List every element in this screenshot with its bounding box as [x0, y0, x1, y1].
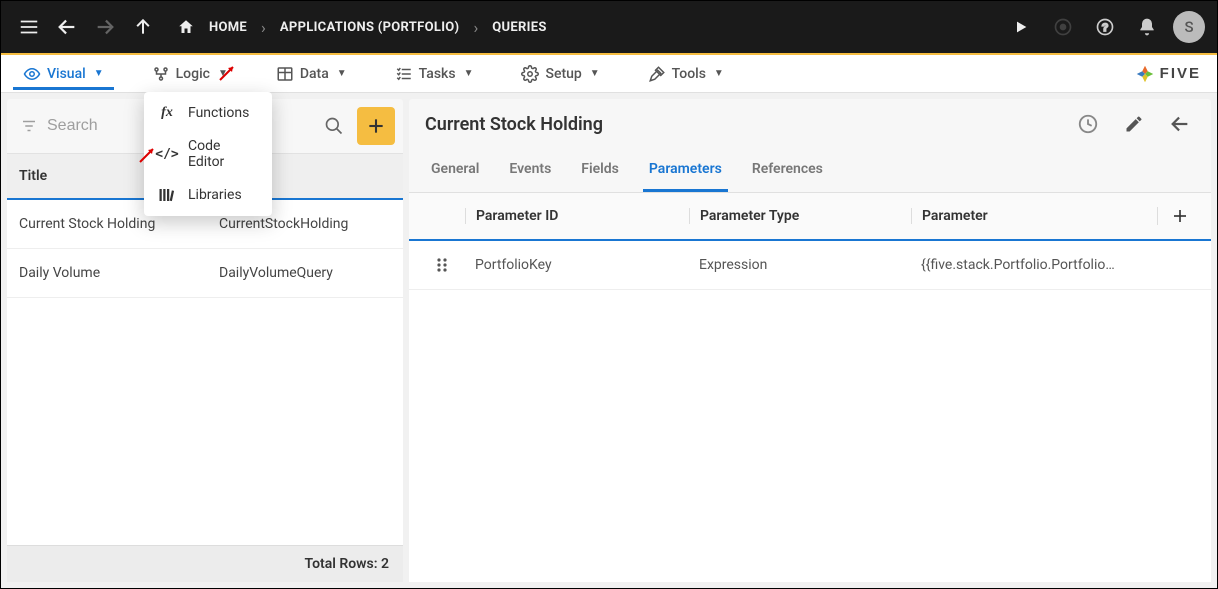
avatar[interactable]: S: [1173, 11, 1205, 43]
tab-references[interactable]: References: [746, 149, 829, 192]
topbar-right: ? S: [1005, 11, 1205, 43]
five-logo: FIVE: [1134, 63, 1205, 85]
dropdown-label: Functions: [188, 105, 249, 121]
col-param-type[interactable]: Parameter Type: [689, 208, 911, 224]
chevron-down-icon: ▼: [590, 68, 600, 79]
search-icon[interactable]: [315, 107, 353, 145]
chevron-down-icon: ▼: [94, 68, 104, 79]
tab-fields[interactable]: Fields: [575, 149, 625, 192]
back-icon[interactable]: [51, 11, 83, 43]
add-button[interactable]: [357, 107, 395, 145]
breadcrumb: HOME › APPLICATIONS (PORTFOLIO) › QUERIE…: [177, 16, 553, 39]
menu-logic[interactable]: Logic ▼: [142, 58, 238, 90]
menu-data[interactable]: Data ▼: [266, 58, 357, 90]
topbar: HOME › APPLICATIONS (PORTFOLIO) › QUERIE…: [1, 1, 1217, 55]
param-id: PortfolioKey: [465, 257, 689, 273]
param-value: {{five.stack.Portfolio.Portfolio…: [911, 257, 1201, 273]
params-body: PortfolioKey Expression {{five.stack.Por…: [409, 241, 1211, 582]
hamburger-menu-icon[interactable]: [13, 11, 45, 43]
back-arrow-icon[interactable]: [1165, 109, 1195, 139]
breadcrumb-queries[interactable]: QUERIES: [486, 16, 552, 39]
add-param-button[interactable]: [1157, 207, 1201, 225]
detail-actions: [1073, 109, 1195, 139]
home-icon: [177, 18, 195, 36]
svg-text:?: ?: [1102, 22, 1109, 34]
edit-icon[interactable]: [1119, 109, 1149, 139]
page-title: Current Stock Holding: [425, 114, 603, 135]
menubar: Visual ▼ Logic ▼ Data ▼ Tasks ▼ Setup ▼ …: [1, 55, 1217, 93]
code-icon: </>: [156, 145, 178, 163]
play-icon[interactable]: [1005, 11, 1037, 43]
library-icon: [156, 186, 178, 204]
up-icon[interactable]: [127, 11, 159, 43]
row-id: CurrentStockHolding: [219, 216, 348, 232]
chevron-right-icon: ›: [261, 18, 266, 37]
row-title: Daily Volume: [19, 265, 219, 281]
breadcrumb-home[interactable]: HOME: [203, 16, 253, 39]
dropdown-libraries[interactable]: Libraries: [144, 178, 272, 212]
menu-label: Visual: [47, 66, 86, 82]
dropdown-functions[interactable]: fx Functions: [144, 96, 272, 130]
menu-visual[interactable]: Visual ▼: [13, 58, 114, 90]
param-type: Expression: [689, 257, 911, 273]
menu-label: Tools: [672, 66, 706, 82]
logic-dropdown: fx Functions </> Code Editor Libraries: [144, 92, 272, 216]
chevron-down-icon: ▼: [218, 68, 228, 79]
menu-tools[interactable]: Tools ▼: [638, 58, 734, 90]
tab-parameters[interactable]: Parameters: [643, 149, 728, 192]
menu-label: Tasks: [419, 66, 456, 82]
dropdown-label: Libraries: [188, 187, 242, 203]
history-icon[interactable]: [1073, 109, 1103, 139]
list-body: Current Stock Holding CurrentStockHoldin…: [7, 200, 403, 545]
row-id: DailyVolumeQuery: [219, 265, 333, 281]
logo-text: FIVE: [1160, 65, 1201, 82]
menu-setup[interactable]: Setup ▼: [511, 58, 609, 90]
chevron-right-icon: ›: [473, 18, 478, 37]
topbar-left: HOME › APPLICATIONS (PORTFOLIO) › QUERIE…: [13, 11, 553, 43]
menu-label: Logic: [176, 66, 210, 82]
detail-tabs: General Events Fields Parameters Referen…: [409, 149, 1211, 193]
dropdown-code-editor[interactable]: </> Code Editor: [144, 130, 272, 178]
chevron-down-icon: ▼: [464, 68, 474, 79]
row-title: Current Stock Holding: [19, 216, 219, 232]
filter-icon[interactable]: [15, 117, 43, 135]
dropdown-label: Code Editor: [188, 138, 260, 170]
list-item[interactable]: Daily Volume DailyVolumeQuery: [7, 249, 403, 298]
chevron-down-icon: ▼: [714, 68, 724, 79]
detail-header: Current Stock Holding: [409, 99, 1211, 149]
bell-icon[interactable]: [1131, 11, 1163, 43]
tab-events[interactable]: Events: [503, 149, 557, 192]
tab-general[interactable]: General: [425, 149, 485, 192]
params-header: Parameter ID Parameter Type Parameter: [409, 193, 1211, 241]
explore-icon: [1047, 11, 1079, 43]
menu-label: Data: [300, 66, 329, 82]
chevron-down-icon: ▼: [337, 68, 347, 79]
function-icon: fx: [156, 104, 178, 122]
table-row[interactable]: PortfolioKey Expression {{five.stack.Por…: [409, 241, 1211, 290]
help-icon[interactable]: ?: [1089, 11, 1121, 43]
list-footer: Total Rows: 2: [7, 545, 403, 582]
detail-panel: Current Stock Holding General Events Fie…: [409, 99, 1211, 582]
col-param-id[interactable]: Parameter ID: [465, 208, 689, 224]
col-param-value[interactable]: Parameter: [911, 208, 1157, 224]
forward-icon: [89, 11, 121, 43]
menu-tasks[interactable]: Tasks ▼: [385, 58, 484, 90]
breadcrumb-applications[interactable]: APPLICATIONS (PORTFOLIO): [274, 16, 466, 39]
drag-handle-icon[interactable]: [419, 257, 465, 273]
menu-label: Setup: [545, 66, 581, 82]
